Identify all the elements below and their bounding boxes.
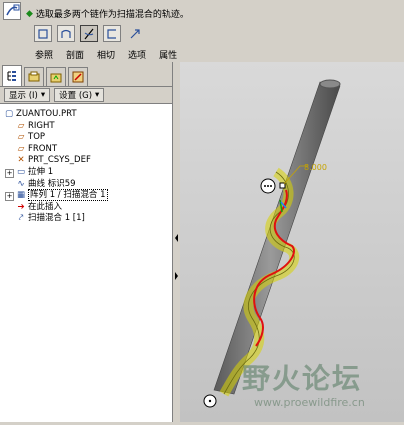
- tree-toolbar: 显示 (I) ▾ 设置 (G) ▾: [0, 87, 172, 104]
- tree-item-sweep-blend[interactable]: ⤤ 扫描混合 1 [1]: [0, 213, 172, 225]
- tab-options[interactable]: 选项: [128, 48, 146, 61]
- tab-tangency[interactable]: 相切: [97, 48, 115, 61]
- scale-arrow-icon[interactable]: [126, 25, 144, 42]
- sweep-blend-feature-icon: [3, 2, 21, 20]
- tree-item-label: 拉伸 1: [28, 166, 54, 177]
- panel-splitter[interactable]: [173, 62, 180, 422]
- curve-icon: ∿: [17, 178, 25, 189]
- tree-item-insert-here[interactable]: ➔ 在此插入: [0, 202, 172, 214]
- section-rect-icon[interactable]: [34, 25, 52, 42]
- tree-item-top[interactable]: ▱ TOP: [0, 132, 172, 144]
- connections-tab-icon[interactable]: [68, 67, 88, 86]
- splitter-arrows-icon: [175, 234, 178, 280]
- tree-item-part[interactable]: ▢ ZUANTOU.PRT: [0, 109, 172, 121]
- tree-item-front[interactable]: ▱ FRONT: [0, 144, 172, 156]
- watermark: 野火论坛: [242, 362, 363, 395]
- tree-item-label: 在此插入: [28, 201, 63, 212]
- sweep-blend-icon: ⤤: [18, 213, 24, 224]
- prompt-text: 选取最多两个链作为扫描混合的轨迹。: [35, 10, 189, 20]
- dashboard-tabs: 参照 剖面 相切 选项 属性: [35, 48, 190, 61]
- watermark-url: www.proewildfire.cn: [254, 396, 365, 409]
- favorites-tab-icon[interactable]: [46, 67, 66, 86]
- dashboard: ◆ 选取最多两个链作为扫描混合的轨迹。 参照 剖面 相切 选项 属性: [0, 0, 404, 63]
- tree-item-label: TOP: [28, 132, 46, 143]
- settings-dropdown-label: 设置 (G): [59, 91, 93, 101]
- csys-icon: ✕: [17, 155, 25, 166]
- tree-item-label: FRONT: [28, 143, 58, 154]
- tree-item-label: RIGHT: [28, 120, 55, 131]
- datum-plane-icon: ▱: [17, 120, 25, 131]
- tree-item-pattern[interactable]: + ▦ 阵列 1 / 扫描混合 1: [0, 189, 172, 202]
- tree-item-label: ZUANTOU.PRT: [16, 109, 77, 119]
- tree-item-label: 曲线 标识59: [28, 178, 76, 189]
- navigator-panel: 显示 (I) ▾ 设置 (G) ▾ ▢ ZUANTOU.PRT ▱ RIGHT ▱ T…: [0, 62, 173, 422]
- model-tree-tab-icon[interactable]: [2, 65, 22, 86]
- show-dropdown[interactable]: 显示 (I) ▾: [4, 88, 51, 102]
- tree-item-extrude[interactable]: + ▭ 拉伸 1: [0, 167, 172, 179]
- chevron-down-icon: ▾: [95, 90, 100, 100]
- tree-item-label: 扫描混合 1 [1]: [28, 213, 85, 224]
- prompt-diamond-icon: ◆: [26, 8, 33, 19]
- trajectory-icon[interactable]: [80, 25, 98, 42]
- tree-item-label: PRT_CSYS_DEF: [28, 155, 91, 166]
- dimension-label[interactable]: 8.000: [304, 163, 327, 172]
- section-open-icon[interactable]: [103, 25, 121, 42]
- pattern-icon: ▦: [16, 190, 26, 201]
- tab-sections[interactable]: 剖面: [66, 48, 84, 61]
- tab-properties[interactable]: 属性: [159, 48, 177, 61]
- section-curve-icon[interactable]: [57, 25, 75, 42]
- part-icon: ▢: [4, 109, 14, 119]
- tree-item-csys[interactable]: ✕ PRT_CSYS_DEF: [0, 155, 172, 167]
- insert-here-icon: ➔: [17, 201, 25, 212]
- tree-item-label: 阵列 1 / 扫描混合 1: [28, 189, 108, 202]
- datum-plane-icon: ▱: [17, 132, 25, 143]
- extrude-icon: ▭: [16, 166, 26, 177]
- tree-item-right[interactable]: ▱ RIGHT: [0, 121, 172, 133]
- show-dropdown-label: 显示 (I): [9, 91, 38, 101]
- model-tree: ▢ ZUANTOU.PRT ▱ RIGHT ▱ TOP ▱ FRONT ✕ PRT_CSY…: [0, 104, 172, 225]
- tab-references[interactable]: 参照: [35, 48, 53, 61]
- expand-icon[interactable]: +: [5, 168, 14, 178]
- message-prompt: ◆ 选取最多两个链作为扫描混合的轨迹。: [26, 7, 189, 21]
- settings-dropdown[interactable]: 设置 (G) ▾: [54, 88, 105, 102]
- dashboard-tools: [34, 25, 144, 42]
- navigator-tabs: [0, 62, 172, 87]
- expand-icon[interactable]: +: [5, 192, 14, 202]
- datum-plane-icon: ▱: [17, 143, 25, 154]
- chevron-down-icon: ▾: [40, 90, 46, 100]
- folder-browser-tab-icon[interactable]: [24, 67, 44, 86]
